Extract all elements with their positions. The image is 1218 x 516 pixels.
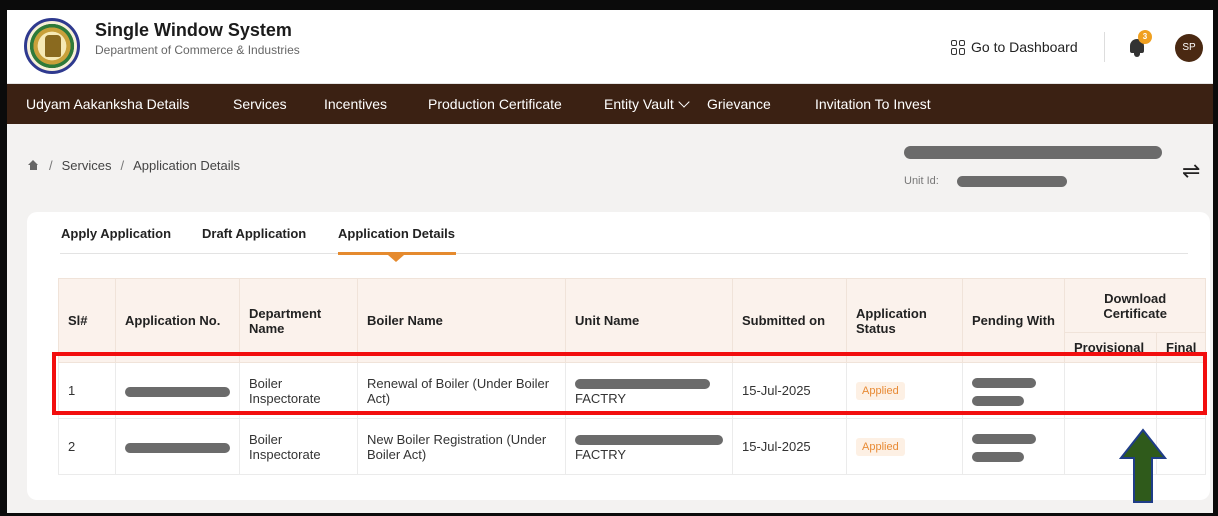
breadcrumb-services[interactable]: Services [62,158,112,173]
tab-apply-application[interactable]: Apply Application [61,226,171,241]
nav-incentives[interactable]: Incentives [324,84,387,124]
breadcrumb-application-details: Application Details [133,158,241,173]
app-subtitle: Department of Commerce & Industries [95,43,300,57]
breadcrumb-separator: / [49,158,53,173]
redacted-pending-with [972,452,1024,463]
col-application-status: Application Status [846,278,963,363]
col-unit-name: Unit Name [565,278,733,363]
col-download-certificate: Download Certificate [1063,278,1207,333]
nav-invitation-to-invest[interactable]: Invitation To Invest [815,84,931,124]
nav-entity-vault[interactable]: Entity Vault [604,84,690,124]
nav-services[interactable]: Services [233,84,287,124]
breadcrumb: / Services / Application Details [27,158,240,173]
status-badge: Applied [856,437,905,456]
go-to-dashboard-link[interactable]: Go to Dashboard [951,39,1078,55]
notification-count-badge: 3 [1138,30,1152,44]
header-divider [1104,32,1105,62]
nav-grievance[interactable]: Grievance [707,84,771,124]
cell-submitted-on: 15-Jul-2025 [732,418,847,475]
unit-id-label: Unit Id: [904,175,939,187]
col-sl: Sl# [58,278,116,363]
state-emblem-logo [24,18,80,74]
redacted-unit-id [957,176,1067,187]
col-submitted-on: Submitted on [732,278,847,363]
nav-entity-vault-label: Entity Vault [604,96,674,112]
col-pending-with: Pending With [962,278,1065,363]
cell-pending-with [962,418,1065,475]
dashboard-link-label: Go to Dashboard [971,39,1078,55]
tab-divider [60,253,1188,254]
redacted-application-no [125,442,230,453]
redacted-pending-with [972,434,1036,445]
cell-application-no[interactable] [115,418,240,475]
redacted-unit-name [904,146,1162,159]
cell-boiler-name: New Boiler Registration (Under Boiler Ac… [357,418,566,475]
application-no-link[interactable] [125,439,230,454]
tab-draft-application[interactable]: Draft Application [202,226,306,241]
highlight-box [52,352,1207,415]
main-nav: Udyam Aakanksha Details Services Incenti… [7,84,1213,124]
up-arrow-icon [1119,428,1167,503]
breadcrumb-separator: / [120,158,125,173]
nav-udyam-aakanksha-details[interactable]: Udyam Aakanksha Details [26,84,189,124]
col-boiler-name: Boiler Name [357,278,566,363]
cell-sl: 2 [58,418,116,475]
unit-name-tail: FACTRY [575,446,627,462]
tab-application-details[interactable]: Application Details [338,226,455,241]
top-header: Single Window System Department of Comme… [7,10,1213,84]
app-title: Single Window System [95,20,292,40]
redacted-unit-name [575,435,723,446]
cell-status: Applied [846,418,963,475]
cell-unit-name: FACTRY [565,418,733,475]
cell-department: Boiler Inspectorate [239,418,358,475]
home-icon[interactable] [27,160,40,171]
user-avatar[interactable]: SP [1175,34,1203,62]
nav-production-certificate[interactable]: Production Certificate [428,84,562,124]
chevron-down-icon [678,96,690,108]
app-frame: Single Window System Department of Comme… [0,0,1218,516]
active-tab-caret [388,255,404,262]
table-row: 2 Boiler Inspectorate New Boiler Registr… [58,418,1207,475]
col-application-no: Application No. [115,278,240,363]
switch-unit-icon[interactable]: ⇌ [1182,158,1200,184]
col-department-name: Department Name [239,278,358,363]
dashboard-grid-icon [951,39,966,55]
